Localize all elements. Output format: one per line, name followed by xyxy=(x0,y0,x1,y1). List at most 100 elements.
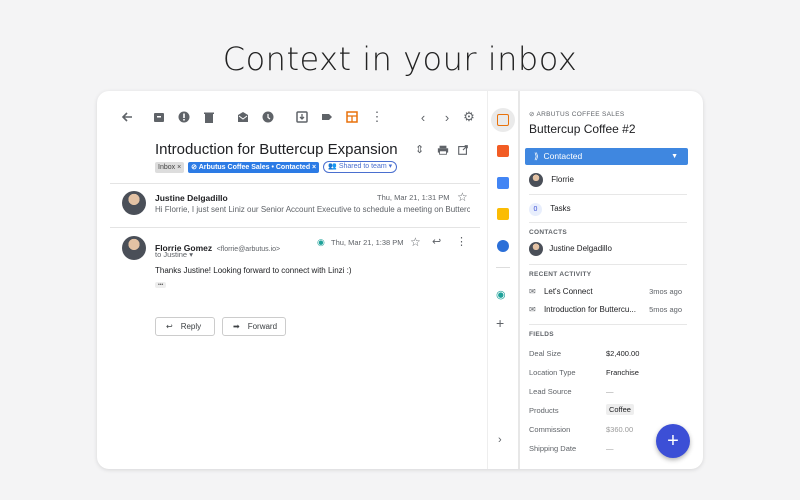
crm-app-icon[interactable] xyxy=(497,114,509,126)
label-chip-inbox[interactable]: Inbox × xyxy=(155,161,185,173)
recent-activity-header: RECENT ACTIVITY xyxy=(529,271,592,278)
print-icon[interactable] xyxy=(437,143,451,157)
mail-icon: ✉ xyxy=(529,287,536,296)
keep-notes-icon[interactable] xyxy=(497,208,509,220)
move-to-icon[interactable] xyxy=(294,109,310,125)
back-arrow-icon[interactable] xyxy=(119,109,135,125)
divider xyxy=(529,324,687,325)
stage-dropdown[interactable]: ⟫ Contacted ▼ xyxy=(525,148,688,165)
divider xyxy=(529,264,687,265)
tasks-app-icon[interactable] xyxy=(497,145,509,157)
mark-unread-icon[interactable] xyxy=(235,109,251,125)
sender-email: <florrie@arbutus.io> xyxy=(216,246,281,253)
activity-title: Introduction for Buttercu... xyxy=(543,305,636,314)
activity-time: 3mos ago xyxy=(649,287,682,296)
forward-label: Forward xyxy=(247,322,278,331)
app-window: ⋮ ‹ › ⚙ Introduction for Buttercup Expan… xyxy=(97,91,703,469)
email-labels: Inbox × ⊘ Arbutus Coffee Sales • Contact… xyxy=(155,161,398,173)
email-pane: ⋮ ‹ › ⚙ Introduction for Buttercup Expan… xyxy=(97,91,487,469)
chevron-right-icon[interactable]: › xyxy=(498,434,502,446)
calendar-app-icon[interactable] xyxy=(497,177,509,189)
star-icon[interactable]: ☆ xyxy=(457,190,468,204)
field-label-location-type: Location Type xyxy=(529,368,576,377)
edit-pencil-icon[interactable] xyxy=(497,240,509,252)
tasks-count: 0 xyxy=(529,203,542,216)
delete-icon[interactable] xyxy=(201,109,217,125)
label-icon[interactable] xyxy=(319,109,335,125)
divider xyxy=(529,194,687,195)
label-inbox-text: Inbox xyxy=(158,163,176,171)
archive-icon[interactable] xyxy=(151,109,167,125)
message-expanded: Florrie Gomez <florrie@arbutus.io> to Ju… xyxy=(122,235,477,296)
reply-icon[interactable]: ↩ xyxy=(432,235,441,248)
avatar xyxy=(122,191,146,215)
add-addon-icon[interactable]: + xyxy=(496,315,504,331)
recipient-text: to Justine xyxy=(155,250,188,259)
owner-name: Florrie xyxy=(551,175,574,185)
message-snippet: Hi Florrie, I just sent Liniz our Senior… xyxy=(155,205,470,214)
owner-row[interactable]: Florrie xyxy=(529,173,687,187)
field-value-lead-source[interactable]: — xyxy=(606,387,614,396)
reply-icon: ↩ xyxy=(166,322,173,331)
activity-item[interactable]: ✉ Introduction for Buttercu... 5mos ago xyxy=(529,305,687,314)
field-value-shipping-date[interactable]: — xyxy=(606,444,614,453)
stage-label: Contacted xyxy=(543,151,583,161)
message-date: Thu, Mar 21, 1:31 PM xyxy=(377,193,450,202)
activity-item[interactable]: ✉ Let's Connect 3mos ago xyxy=(529,287,687,296)
settings-gear-icon[interactable]: ⚙ xyxy=(461,109,477,125)
recipient-line[interactable]: to Justine ▾ xyxy=(155,250,193,259)
pipeline-name: ⊘ ARBUTUS COFFEE SALES xyxy=(529,111,625,118)
report-spam-icon[interactable] xyxy=(176,109,192,125)
crm-sidebar-icon[interactable] xyxy=(344,109,360,125)
rail-divider xyxy=(496,267,510,268)
reply-button[interactable]: ↩ Reply xyxy=(155,317,215,336)
deal-title: Buttercup Coffee #2 xyxy=(529,122,636,136)
avatar xyxy=(529,173,543,187)
field-label-deal-size: Deal Size xyxy=(529,349,562,358)
shared-team-text: Shared to team xyxy=(338,163,387,170)
field-label-commission: Commission xyxy=(529,425,571,434)
more-vert-icon[interactable]: ⋮ xyxy=(456,235,467,248)
message-sender: Justine Delgadillo xyxy=(155,193,228,203)
avatar xyxy=(529,242,543,256)
field-value-deal-size[interactable]: $2,400.00 xyxy=(606,349,639,358)
message-date: Thu, Mar 21, 1:38 PM xyxy=(331,238,404,247)
tasks-row[interactable]: 0 Tasks xyxy=(529,203,687,216)
add-fab-button[interactable]: + xyxy=(656,424,690,458)
email-subject: Introduction for Buttercup Expansion xyxy=(155,141,398,158)
field-value-products[interactable]: Coffee xyxy=(606,404,634,415)
eye-tracking-icon: ◉ xyxy=(317,237,325,247)
field-label-lead-source: Lead Source xyxy=(529,387,572,396)
tasks-label: Tasks xyxy=(550,204,571,213)
chevron-left-icon[interactable]: ‹ xyxy=(415,109,431,125)
reply-label: Reply xyxy=(180,322,202,331)
label-chip-arbutus[interactable]: ⊘ Arbutus Coffee Sales • Contacted × xyxy=(188,161,320,173)
shared-to-team-chip[interactable]: 👥 Shared to team ▾ xyxy=(323,161,398,173)
contact-name: Justine Delgadillo xyxy=(549,244,612,254)
label-arbutus-text: Arbutus Coffee Sales • Contacted xyxy=(198,163,311,171)
crm-sidebar: ⊘ ARBUTUS COFFEE SALES Buttercup Coffee … xyxy=(518,91,703,469)
contact-row[interactable]: Justine Delgadillo xyxy=(529,242,687,256)
forward-icon: ➡ xyxy=(233,322,240,331)
chevron-right-icon[interactable]: › xyxy=(439,109,455,125)
forward-button[interactable]: ➡ Forward xyxy=(222,317,286,336)
field-value-commission[interactable]: $360.00 xyxy=(606,425,633,434)
eye-icon[interactable]: ◉ xyxy=(496,288,506,301)
activity-time: 5mos ago xyxy=(649,305,682,314)
message-collapsed[interactable]: Justine Delgadillo Thu, Mar 21, 1:31 PM … xyxy=(122,190,477,221)
field-value-location-type[interactable]: Franchise xyxy=(606,368,639,377)
plus-icon: + xyxy=(667,430,679,452)
show-trimmed-content-button[interactable]: ••• xyxy=(155,282,167,288)
more-vert-icon[interactable]: ⋮ xyxy=(369,109,385,125)
field-label-products: Products xyxy=(529,406,559,415)
divider xyxy=(110,227,480,228)
mail-icon: ✉ xyxy=(529,305,536,314)
stage-icon: ⟫ xyxy=(534,151,539,161)
snooze-icon[interactable] xyxy=(260,109,276,125)
expand-collapse-icon[interactable]: ⇕ xyxy=(415,143,429,157)
headline: Context in your inbox xyxy=(222,40,578,78)
open-in-new-window-icon[interactable] xyxy=(457,143,471,157)
side-rail: ◉ + › xyxy=(488,91,518,469)
star-icon[interactable]: ☆ xyxy=(410,235,421,249)
divider xyxy=(110,183,480,184)
